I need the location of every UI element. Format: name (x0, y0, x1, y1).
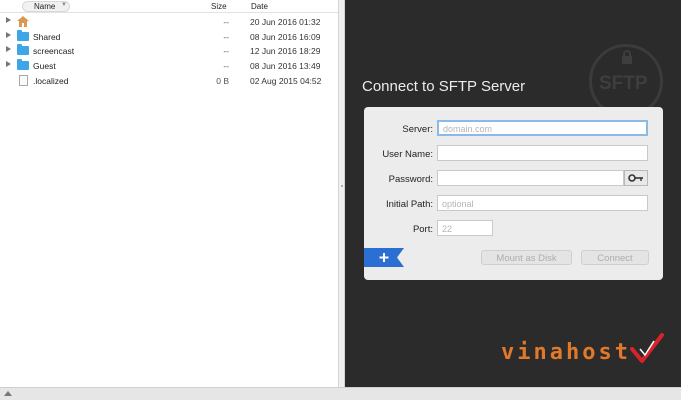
splitter-handle-icon (341, 185, 343, 187)
file-row[interactable]: Shared -- 08 Jun 2016 16:09 (0, 29, 338, 44)
file-date: 02 Aug 2015 04:52 (250, 76, 322, 86)
file-name: Shared (33, 32, 61, 42)
file-size: -- (223, 32, 229, 42)
connect-form: Server: domain.com User Name: Password: … (364, 107, 663, 280)
server-label: Server: (402, 124, 433, 135)
key-icon (628, 174, 643, 182)
status-bar (0, 387, 681, 400)
file-row[interactable]: Guest -- 08 Jun 2016 13:49 (0, 58, 338, 73)
add-bookmark-button[interactable] (364, 248, 404, 267)
disclosure-triangle-icon[interactable] (6, 17, 11, 23)
disclosure-triangle-icon[interactable] (6, 61, 11, 67)
date-column-header[interactable]: Date (251, 2, 268, 11)
port-label: Port: (412, 224, 433, 235)
file-size: -- (223, 17, 229, 27)
server-input[interactable]: domain.com (437, 120, 648, 136)
file-row[interactable]: -- 20 Jun 2016 01:32 (0, 14, 338, 29)
file-name: screencast (33, 46, 75, 56)
eject-icon[interactable] (4, 391, 12, 396)
dialog-title: Connect to SFTP Server (362, 78, 526, 95)
initial-path-label: Initial Path: (386, 199, 433, 210)
column-header: Name ▼ Size Date (0, 0, 338, 13)
disclosure-triangle-icon[interactable] (6, 32, 11, 38)
file-row[interactable]: .localized 0 B 02 Aug 2015 04:52 (0, 73, 338, 88)
vinahost-logo: vinahost (501, 340, 631, 365)
pane-splitter[interactable] (338, 0, 345, 387)
file-browser: Name ▼ Size Date -- 20 Jun 2016 01:32 Sh… (0, 0, 338, 387)
home-folder-icon (17, 16, 29, 27)
folder-icon (17, 30, 29, 41)
file-date: 08 Jun 2016 16:09 (250, 32, 321, 42)
name-column-header[interactable]: Name ▼ (22, 1, 70, 12)
mount-as-disk-button[interactable]: Mount as Disk (481, 250, 572, 265)
folder-icon (17, 59, 29, 70)
user-name-label: User Name: (382, 149, 433, 160)
initial-path-input[interactable]: optional (437, 195, 648, 211)
file-row[interactable]: screencast -- 12 Jun 2016 18:29 (0, 43, 338, 58)
keychain-button[interactable] (624, 170, 648, 186)
user-name-input[interactable] (437, 145, 648, 161)
sftp-stamp-label: SFTP (599, 73, 648, 94)
disclosure-triangle-icon[interactable] (6, 46, 11, 52)
file-name: .localized (33, 76, 69, 86)
file-date: 08 Jun 2016 13:49 (250, 61, 321, 71)
password-label: Password: (388, 174, 433, 185)
port-input[interactable]: 22 (437, 220, 493, 236)
folder-icon (17, 44, 29, 55)
connect-button[interactable]: Connect (581, 250, 649, 265)
password-input[interactable] (437, 170, 624, 186)
connect-pane: SFTP Connect to SFTP Server Server: doma… (345, 0, 681, 387)
file-date: 20 Jun 2016 01:32 (250, 17, 321, 27)
file-size: -- (223, 46, 229, 56)
lock-icon (622, 50, 632, 64)
checkmark-logo-icon (630, 333, 664, 363)
size-column-header[interactable]: Size (211, 2, 227, 11)
file-size: 0 B (216, 76, 229, 86)
sort-arrow-icon: ▼ (61, 2, 67, 8)
name-column-label: Name (34, 2, 56, 11)
document-icon (19, 75, 28, 86)
file-name: Guest (33, 61, 56, 71)
file-date: 12 Jun 2016 18:29 (250, 46, 321, 56)
file-size: -- (223, 61, 229, 71)
